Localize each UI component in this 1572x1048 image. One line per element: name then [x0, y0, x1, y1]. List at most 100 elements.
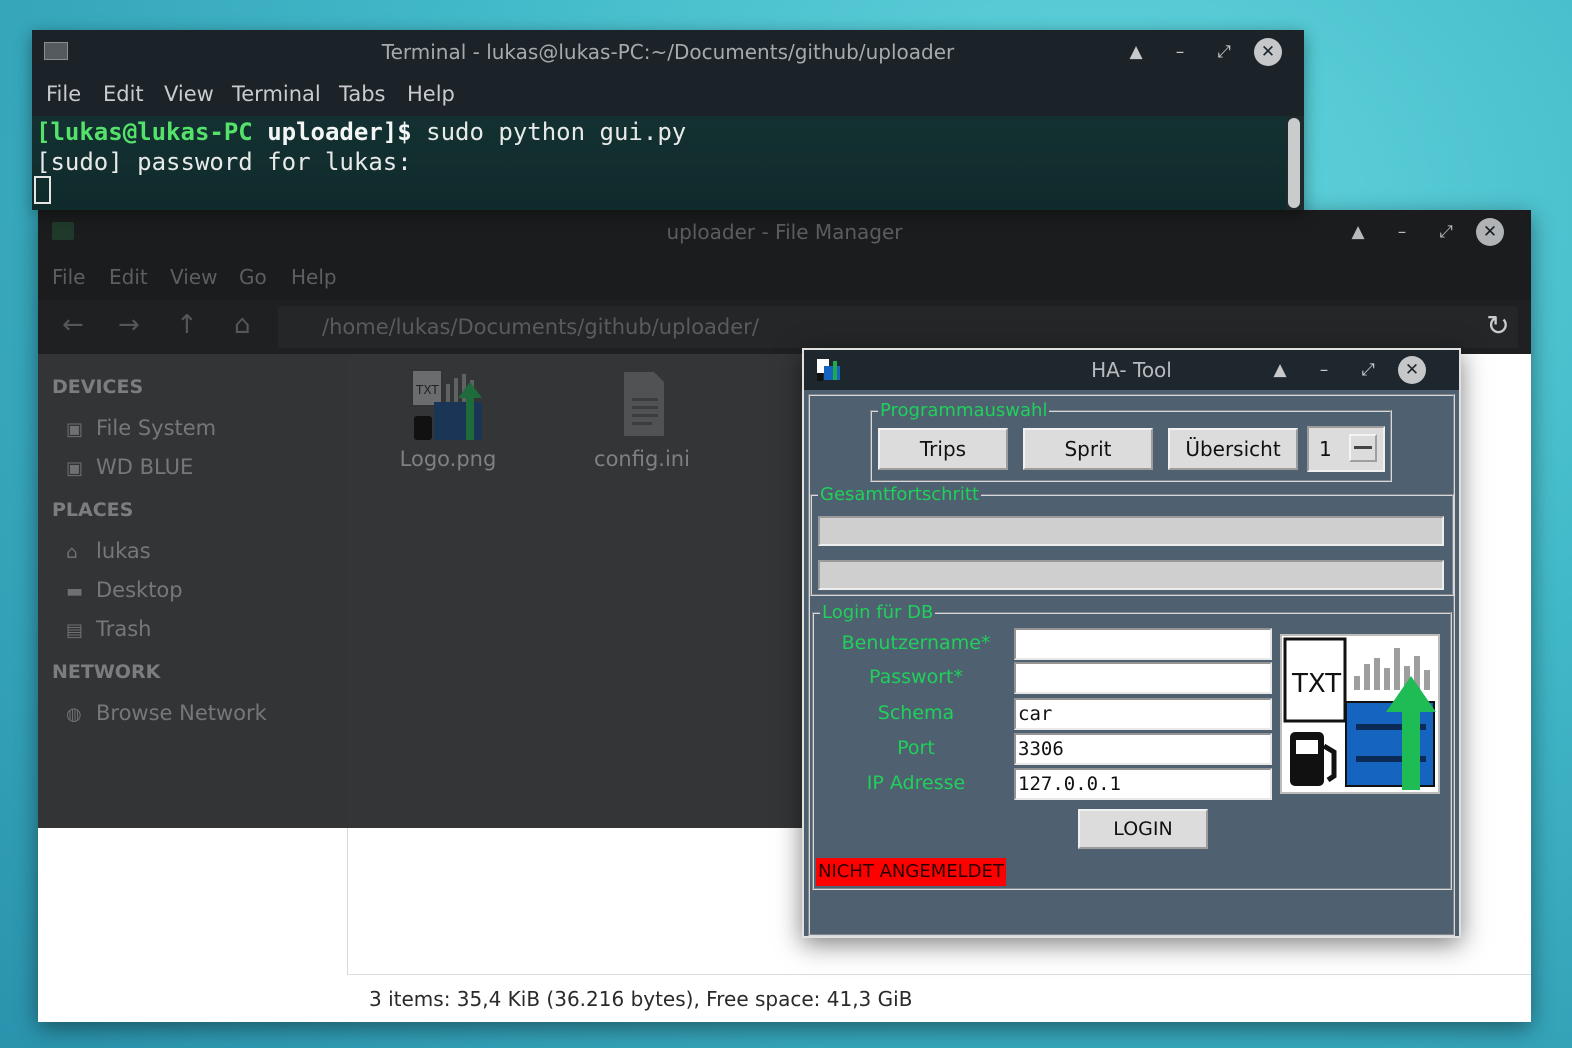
- sidebar-item-browse-network[interactable]: ◍ Browse Network: [66, 701, 267, 725]
- app-logo: TXT: [1280, 634, 1440, 794]
- fm-window-title: uploader - File Manager: [666, 220, 903, 244]
- home-icon: ⌂: [66, 542, 78, 563]
- minimize-icon[interactable]: –: [1388, 218, 1416, 246]
- fm-statusbar: 3 items: 35,4 KiB (36.216 bytes), Free s…: [347, 974, 1531, 1022]
- trips-button[interactable]: Trips: [878, 428, 1008, 470]
- location-path: /home/lukas/Documents/github/uploader/: [322, 315, 759, 339]
- file-item-config[interactable]: config.ini: [567, 368, 717, 471]
- drive-icon: ▣: [66, 419, 84, 440]
- sidebar-item-wd-blue[interactable]: ▣ WD BLUE: [66, 455, 193, 479]
- prompt-dir: uploader]$: [267, 118, 412, 146]
- shade-icon[interactable]: ▲: [1344, 218, 1372, 246]
- password-label: Passwort*: [869, 666, 963, 688]
- terminal-cursor: [34, 176, 51, 204]
- schema-field[interactable]: car: [1014, 698, 1272, 730]
- file-name: config.ini: [594, 447, 690, 471]
- drive-icon: ▣: [66, 458, 84, 479]
- terminal-scroll-thumb[interactable]: [1288, 118, 1300, 208]
- forward-icon[interactable]: →: [118, 310, 140, 340]
- sidebar-item-desktop[interactable]: ▬ Desktop: [66, 578, 183, 602]
- sidebar-header-places: PLACES: [52, 499, 134, 521]
- page-spinner[interactable]: 1: [1307, 426, 1385, 472]
- fm-window-controls: ▲ – ⤢ ✕: [1328, 218, 1504, 246]
- file-item-logo[interactable]: TXT Logo.png: [373, 368, 523, 471]
- logo-image: TXT: [1283, 637, 1436, 790]
- port-field[interactable]: 3306: [1014, 733, 1272, 765]
- sidebar-item-file-system[interactable]: ▣ File System: [66, 416, 216, 440]
- terminal-window-controls: ▲ – ⤢ ✕: [1106, 38, 1282, 66]
- terminal-window: Terminal - lukas@lukas-PC:~/Documents/gi…: [32, 30, 1304, 210]
- terminal-line-1: [lukas@lukas-PC uploader]$ sudo python g…: [36, 118, 686, 146]
- logo-text: TXT: [1291, 669, 1341, 699]
- term-menu-tabs[interactable]: Tabs: [339, 82, 386, 106]
- fm-menu-help[interactable]: Help: [291, 265, 337, 289]
- desktop-icon: ▬: [66, 581, 84, 602]
- spinner-value: 1: [1319, 437, 1332, 461]
- shade-icon[interactable]: ▲: [1266, 356, 1294, 384]
- ha-window-controls: ▲ – ⤢ ✕: [1250, 356, 1426, 384]
- shade-icon[interactable]: ▲: [1122, 38, 1150, 66]
- password-field[interactable]: [1014, 662, 1272, 694]
- port-label: Port: [897, 737, 935, 759]
- maximize-icon[interactable]: ⤢: [1354, 356, 1382, 384]
- fm-menubar: File Edit View Go Help: [38, 254, 1531, 300]
- sidebar-item-label: Trash: [96, 617, 152, 641]
- fm-menu-view[interactable]: View: [170, 265, 217, 289]
- home-icon[interactable]: ⌂: [234, 310, 251, 340]
- sidebar-item-trash[interactable]: ▤ Trash: [66, 617, 152, 641]
- terminal-line-2: [sudo] password for lukas:: [36, 148, 412, 176]
- schema-label: Schema: [877, 702, 955, 724]
- fm-menu-edit[interactable]: Edit: [109, 265, 148, 289]
- sprit-button[interactable]: Sprit: [1023, 428, 1153, 470]
- maximize-icon[interactable]: ⤢: [1210, 38, 1238, 66]
- file-name: Logo.png: [399, 447, 497, 471]
- sidebar-item-label: Desktop: [96, 578, 183, 602]
- ip-address-field[interactable]: 127.0.0.1: [1014, 768, 1272, 800]
- progress-bar-1: [818, 516, 1444, 546]
- term-menu-edit[interactable]: Edit: [103, 82, 144, 106]
- sidebar-header-network: NETWORK: [52, 661, 161, 683]
- reload-icon[interactable]: ↻: [1480, 308, 1516, 344]
- text-file-icon: [624, 372, 664, 436]
- close-icon[interactable]: ✕: [1476, 218, 1504, 246]
- terminal-output[interactable]: [lukas@lukas-PC uploader]$ sudo python g…: [32, 116, 1304, 210]
- sidebar-item-label: lukas: [96, 539, 151, 563]
- fm-menu-file[interactable]: File: [52, 265, 85, 289]
- progress-bar-2: [818, 560, 1444, 590]
- sidebar-item-lukas[interactable]: ⌂ lukas: [66, 539, 151, 563]
- minimize-icon[interactable]: –: [1166, 38, 1194, 66]
- progress-group-legend: Gesamtfortschritt: [820, 484, 980, 505]
- prompt-user: [lukas@lukas-PC: [36, 118, 268, 146]
- terminal-menubar: File Edit View Terminal Tabs Help: [32, 74, 1304, 116]
- maximize-icon[interactable]: ⤢: [1432, 218, 1460, 246]
- sidebar-panel: DEVICES ▣ File System ▣ WD BLUE PLACES ⌂ lu…: [38, 354, 347, 828]
- fm-menu-go[interactable]: Go: [239, 265, 267, 289]
- up-icon[interactable]: ↑: [176, 310, 198, 340]
- username-field[interactable]: [1014, 628, 1272, 660]
- trash-icon: ▤: [66, 620, 84, 641]
- term-menu-view[interactable]: View: [164, 82, 214, 106]
- sidebar-item-label: WD BLUE: [96, 455, 194, 479]
- term-menu-file[interactable]: File: [46, 82, 81, 106]
- login-button[interactable]: LOGIN: [1078, 809, 1208, 849]
- login-status: NICHT ANGEMELDET: [816, 858, 1006, 886]
- spinner-bar-icon: [1354, 446, 1372, 449]
- sidebar-item-label: File System: [96, 416, 217, 440]
- program-group-legend: Programmauswahl: [880, 400, 1048, 421]
- sidebar-item-label: Browse Network: [96, 701, 267, 725]
- minimize-icon[interactable]: –: [1310, 356, 1338, 384]
- spinner-button[interactable]: [1349, 434, 1377, 462]
- username-label: Benutzername*: [841, 632, 991, 654]
- close-icon[interactable]: ✕: [1398, 356, 1426, 384]
- back-icon[interactable]: ←: [62, 310, 84, 340]
- uebersicht-button[interactable]: Übersicht: [1168, 428, 1298, 470]
- term-menu-help[interactable]: Help: [407, 82, 455, 106]
- term-menu-terminal[interactable]: Terminal: [232, 82, 321, 106]
- ip-address-label: IP Adresse: [866, 772, 966, 794]
- command-text: sudo python gui.py: [411, 118, 687, 146]
- svg-text:TXT: TXT: [415, 383, 439, 397]
- close-icon[interactable]: ✕: [1254, 38, 1282, 66]
- globe-icon: ◍: [66, 704, 82, 725]
- ha-tool-window: HA- Tool ▲ – ⤢ ✕ Programmauswahl Trips Spri…: [802, 348, 1461, 938]
- sidebar-header-devices: DEVICES: [52, 376, 144, 398]
